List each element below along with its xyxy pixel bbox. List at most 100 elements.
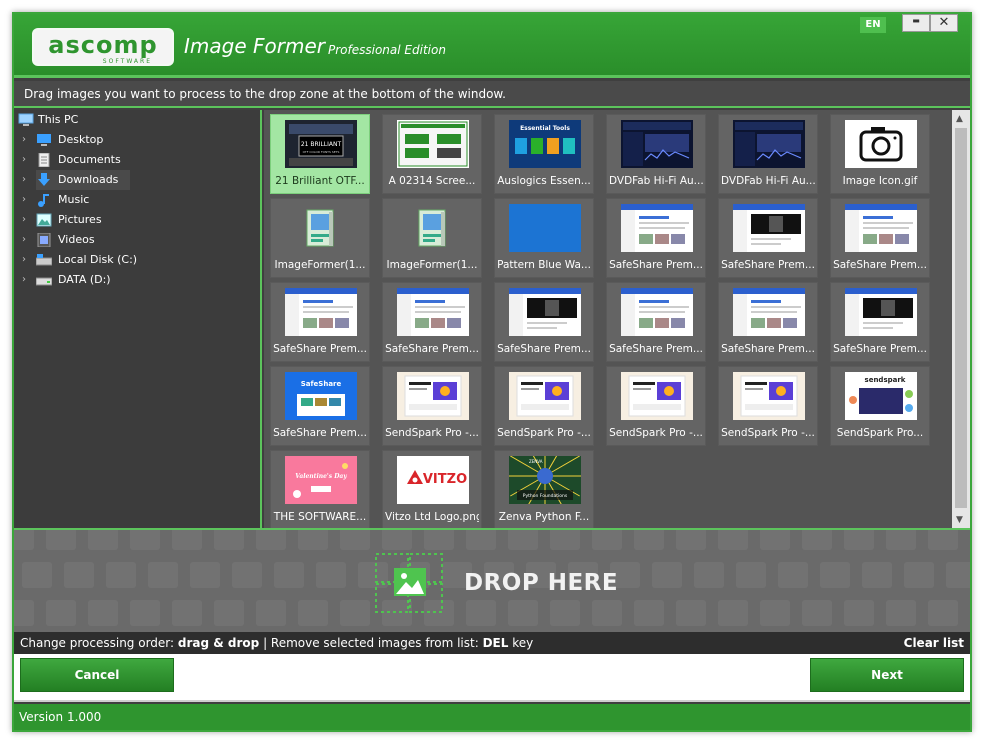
hint-bar: Change processing order: drag & drop | R…	[14, 632, 970, 654]
language-button[interactable]: EN	[860, 17, 886, 33]
tree-item-label: DATA (D:)	[58, 273, 111, 286]
image-thumbnail[interactable]: DVDFab Hi-Fi Au...	[606, 114, 706, 194]
next-button[interactable]: Next	[810, 658, 964, 692]
app-window: ascomp SOFTWARE Image Former Professiona…	[12, 12, 972, 732]
thumbnail-image	[397, 204, 469, 252]
image-thumbnail[interactable]: A 02314 Scree...	[382, 114, 482, 194]
tree-item-label: Desktop	[58, 133, 104, 146]
image-thumbnail[interactable]: sendspark SendSpark Pro...	[830, 366, 930, 446]
image-thumbnail[interactable]: Pattern Blue Wa...	[494, 198, 594, 278]
image-thumbnail[interactable]: SafeShare Prem...	[606, 282, 706, 362]
expand-chevron-icon[interactable]: ›	[22, 230, 26, 250]
expand-chevron-icon[interactable]: ›	[22, 150, 26, 170]
thumbnail-image	[733, 120, 805, 168]
button-bar: Cancel Next	[14, 654, 970, 702]
expand-chevron-icon[interactable]: ›	[22, 170, 26, 190]
thumbnail-image	[621, 120, 693, 168]
thumbnail-image	[845, 120, 917, 168]
expand-chevron-icon[interactable]: ›	[22, 250, 26, 270]
image-thumbnail[interactable]: Essential Tools Auslogics Essen...	[494, 114, 594, 194]
remove-hint-suffix: key	[508, 636, 534, 650]
instruction-text: Drag images you want to process to the d…	[14, 81, 970, 108]
image-thumbnail[interactable]: SafeShare Prem...	[606, 198, 706, 278]
image-thumbnail[interactable]: SafeShare Prem...	[270, 282, 370, 362]
thumbnail-image: 21 BRILLIANT OTF COLOR FONTS SETS	[285, 120, 357, 168]
thumbnail-caption: ImageFormer(1...	[274, 259, 366, 271]
thumbnail-caption: SafeShare Prem...	[721, 259, 815, 271]
scroll-up-icon[interactable]: ▲	[956, 114, 963, 124]
svg-text:Valentine's Day: Valentine's Day	[295, 473, 347, 480]
image-grid[interactable]: 21 BRILLIANT OTF COLOR FONTS SETS 21 Brill…	[264, 110, 970, 530]
close-button[interactable]: ✕	[930, 14, 958, 32]
ascomp-logo: ascomp SOFTWARE	[32, 28, 174, 66]
scroll-down-icon[interactable]: ▼	[956, 515, 963, 525]
remove-hint-key: DEL	[482, 636, 509, 650]
expand-chevron-icon[interactable]: ›	[22, 210, 26, 230]
thumbnail-caption: SendSpark Pro -...	[609, 427, 703, 439]
vertical-scrollbar[interactable]: ▲ ▼	[952, 110, 970, 528]
image-thumbnail[interactable]: Valentine's Day THE SOFTWARE...	[270, 450, 370, 530]
thumbnail-caption: SafeShare Prem...	[609, 343, 703, 355]
thumbnail-caption: SafeShare Prem...	[273, 343, 367, 355]
image-thumbnail[interactable]: DVDFab Hi-Fi Au...	[718, 114, 818, 194]
music-icon	[36, 193, 52, 207]
drop-image-icon	[374, 552, 444, 614]
image-thumbnail[interactable]: 21 BRILLIANT OTF COLOR FONTS SETS 21 Brill…	[270, 114, 370, 194]
tree-item-label: This PC	[38, 113, 79, 126]
image-thumbnail[interactable]: SafeShare Prem...	[830, 198, 930, 278]
image-thumbnail[interactable]: SafeShare Prem...	[830, 282, 930, 362]
thumbnail-image	[733, 204, 805, 252]
image-thumbnail[interactable]: SendSpark Pro -...	[606, 366, 706, 446]
close-icon: ✕	[938, 15, 950, 30]
drop-zone[interactable]: DROP HERE	[14, 528, 970, 632]
image-thumbnail[interactable]: SafeShare Prem...	[718, 282, 818, 362]
thumbnail-caption: SafeShare Prem...	[833, 343, 927, 355]
thumbnail-image	[397, 120, 469, 168]
app-edition: Professional Edition	[328, 43, 446, 57]
expand-chevron-icon[interactable]: ›	[22, 190, 26, 210]
image-thumbnail[interactable]: ZENVA Python Foundations Zenva Python F...	[494, 450, 594, 530]
image-thumbnail[interactable]: SendSpark Pro -...	[494, 366, 594, 446]
svg-text:SafeShare: SafeShare	[301, 380, 342, 388]
clear-list-link[interactable]: Clear list	[904, 632, 964, 654]
svg-text:VITZO: VITZO	[423, 472, 467, 487]
thumbnail-caption: Vitzo Ltd Logo.png	[385, 511, 479, 523]
minimize-button[interactable]: ▬	[902, 14, 930, 32]
image-thumbnail[interactable]: SafeShare SafeShare Prem...	[270, 366, 370, 446]
image-thumbnail[interactable]: ImageFormer(1...	[382, 198, 482, 278]
expand-chevron-icon[interactable]: ›	[22, 270, 26, 290]
thumbnail-image	[845, 204, 917, 252]
tree-item-label: Music	[58, 193, 90, 206]
image-thumbnail[interactable]: ImageFormer(1...	[270, 198, 370, 278]
expand-chevron-icon[interactable]: ›	[22, 130, 26, 150]
tree-item-downloads[interactable]: › Downloads	[22, 170, 130, 190]
order-hint-action: drag & drop	[177, 636, 260, 650]
tree-item-label: Documents	[58, 153, 121, 166]
thumbnail-image	[509, 204, 581, 252]
thumbnail-image: Valentine's Day	[285, 456, 357, 504]
image-thumbnail[interactable]: SendSpark Pro -...	[382, 366, 482, 446]
thumbnail-image: SafeShare	[285, 372, 357, 420]
thumbnail-caption: SendSpark Pro -...	[385, 427, 479, 439]
image-thumbnail[interactable]: Image Icon.gif	[830, 114, 930, 194]
image-thumbnail[interactable]: SendSpark Pro -...	[718, 366, 818, 446]
image-thumbnail[interactable]: SafeShare Prem...	[382, 282, 482, 362]
downloads-icon	[36, 173, 52, 187]
image-thumbnail[interactable]: SafeShare Prem...	[494, 282, 594, 362]
cancel-button[interactable]: Cancel	[20, 658, 174, 692]
order-hint-prefix: Change processing order:	[20, 636, 178, 650]
scrollbar-thumb[interactable]	[955, 128, 967, 508]
tree-item-label: Downloads	[58, 173, 119, 186]
thumbnail-caption: THE SOFTWARE...	[273, 511, 367, 523]
svg-text:SOFTWARE: SOFTWARE	[103, 58, 152, 65]
thumbnail-caption: SafeShare Prem...	[609, 259, 703, 271]
image-thumbnail[interactable]: SafeShare Prem...	[718, 198, 818, 278]
image-thumbnail[interactable]: VITZO Vitzo Ltd Logo.png	[382, 450, 482, 530]
folder-tree[interactable]: This PC › Desktop › Documents › Downloads › Mus…	[14, 110, 262, 528]
thumbnail-caption: SafeShare Prem...	[833, 259, 927, 271]
thumbnail-caption: Auslogics Essen...	[497, 175, 591, 187]
thumbnail-image	[621, 372, 693, 420]
tree-item-label: Pictures	[58, 213, 102, 226]
desktop-icon	[36, 133, 52, 147]
pictures-icon	[36, 213, 52, 227]
